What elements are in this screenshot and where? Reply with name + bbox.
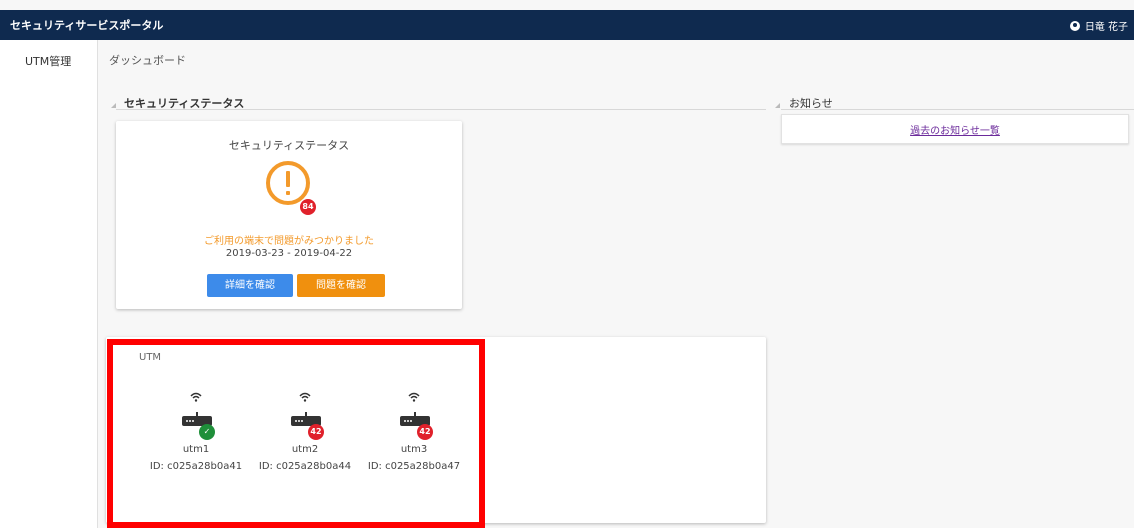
user-icon xyxy=(1069,20,1080,31)
wifi-icon xyxy=(190,392,202,402)
alert-count-badge: 84 xyxy=(300,199,316,215)
breadcrumb: ダッシュボード xyxy=(109,54,186,67)
past-notices-link[interactable]: 過去のお知らせ一覧 xyxy=(782,122,1128,137)
section-divider xyxy=(116,109,766,110)
date-range: 2019-03-23 - 2019-04-22 xyxy=(225,248,353,259)
wifi-icon xyxy=(408,392,420,402)
section-divider xyxy=(781,109,1134,110)
utm-device-3[interactable]: 42 utm3 ID: c025a28b0a47 xyxy=(362,392,466,482)
utm-card-title: UTM xyxy=(139,352,162,363)
utm-device-2[interactable]: 42 utm2 ID: c025a28b0a44 xyxy=(253,392,357,482)
section-corner-icon xyxy=(111,103,116,108)
card-title: セキュリティステータス xyxy=(228,139,350,152)
device-name: utm1 xyxy=(182,444,210,455)
notices-box: 過去のお知らせ一覧 xyxy=(781,114,1129,144)
utm-card: UTM ✓ utm1 ID: c025a28b0a41 42 utm2 ID: … xyxy=(106,337,766,523)
utm-device-1[interactable]: ✓ utm1 ID: c025a28b0a41 xyxy=(144,392,248,482)
wifi-icon xyxy=(299,392,311,402)
device-id: ID: c025a28b0a47 xyxy=(367,461,461,472)
exclamation-icon xyxy=(270,171,306,197)
device-name: utm2 xyxy=(291,444,319,455)
section-corner-icon xyxy=(775,103,780,108)
warning-icon xyxy=(266,161,310,205)
warning-message: ご利用の端末で問題がみつかりました xyxy=(204,236,374,247)
app-title: セキュリティサービスポータル xyxy=(10,19,164,32)
alert-count-badge: 42 xyxy=(308,424,324,440)
top-bar: セキュリティサービスポータル 日竜 花子 xyxy=(0,10,1134,40)
alert-count-badge: 42 xyxy=(417,424,433,440)
sidebar: UTM管理 xyxy=(0,40,98,528)
user-name: 日竜 花子 xyxy=(1084,22,1128,33)
user-menu[interactable]: 日竜 花子 xyxy=(1069,18,1128,33)
status-ok-icon: ✓ xyxy=(199,424,215,440)
security-status-card: セキュリティステータス 84 ご利用の端末で問題がみつかりました 2019-03… xyxy=(116,121,462,309)
sidebar-item-utm[interactable]: UTM管理 xyxy=(25,53,71,69)
check-issues-button[interactable]: 問題を確認 xyxy=(297,274,385,297)
device-name: utm3 xyxy=(400,444,428,455)
view-details-button[interactable]: 詳細を確認 xyxy=(207,274,293,297)
